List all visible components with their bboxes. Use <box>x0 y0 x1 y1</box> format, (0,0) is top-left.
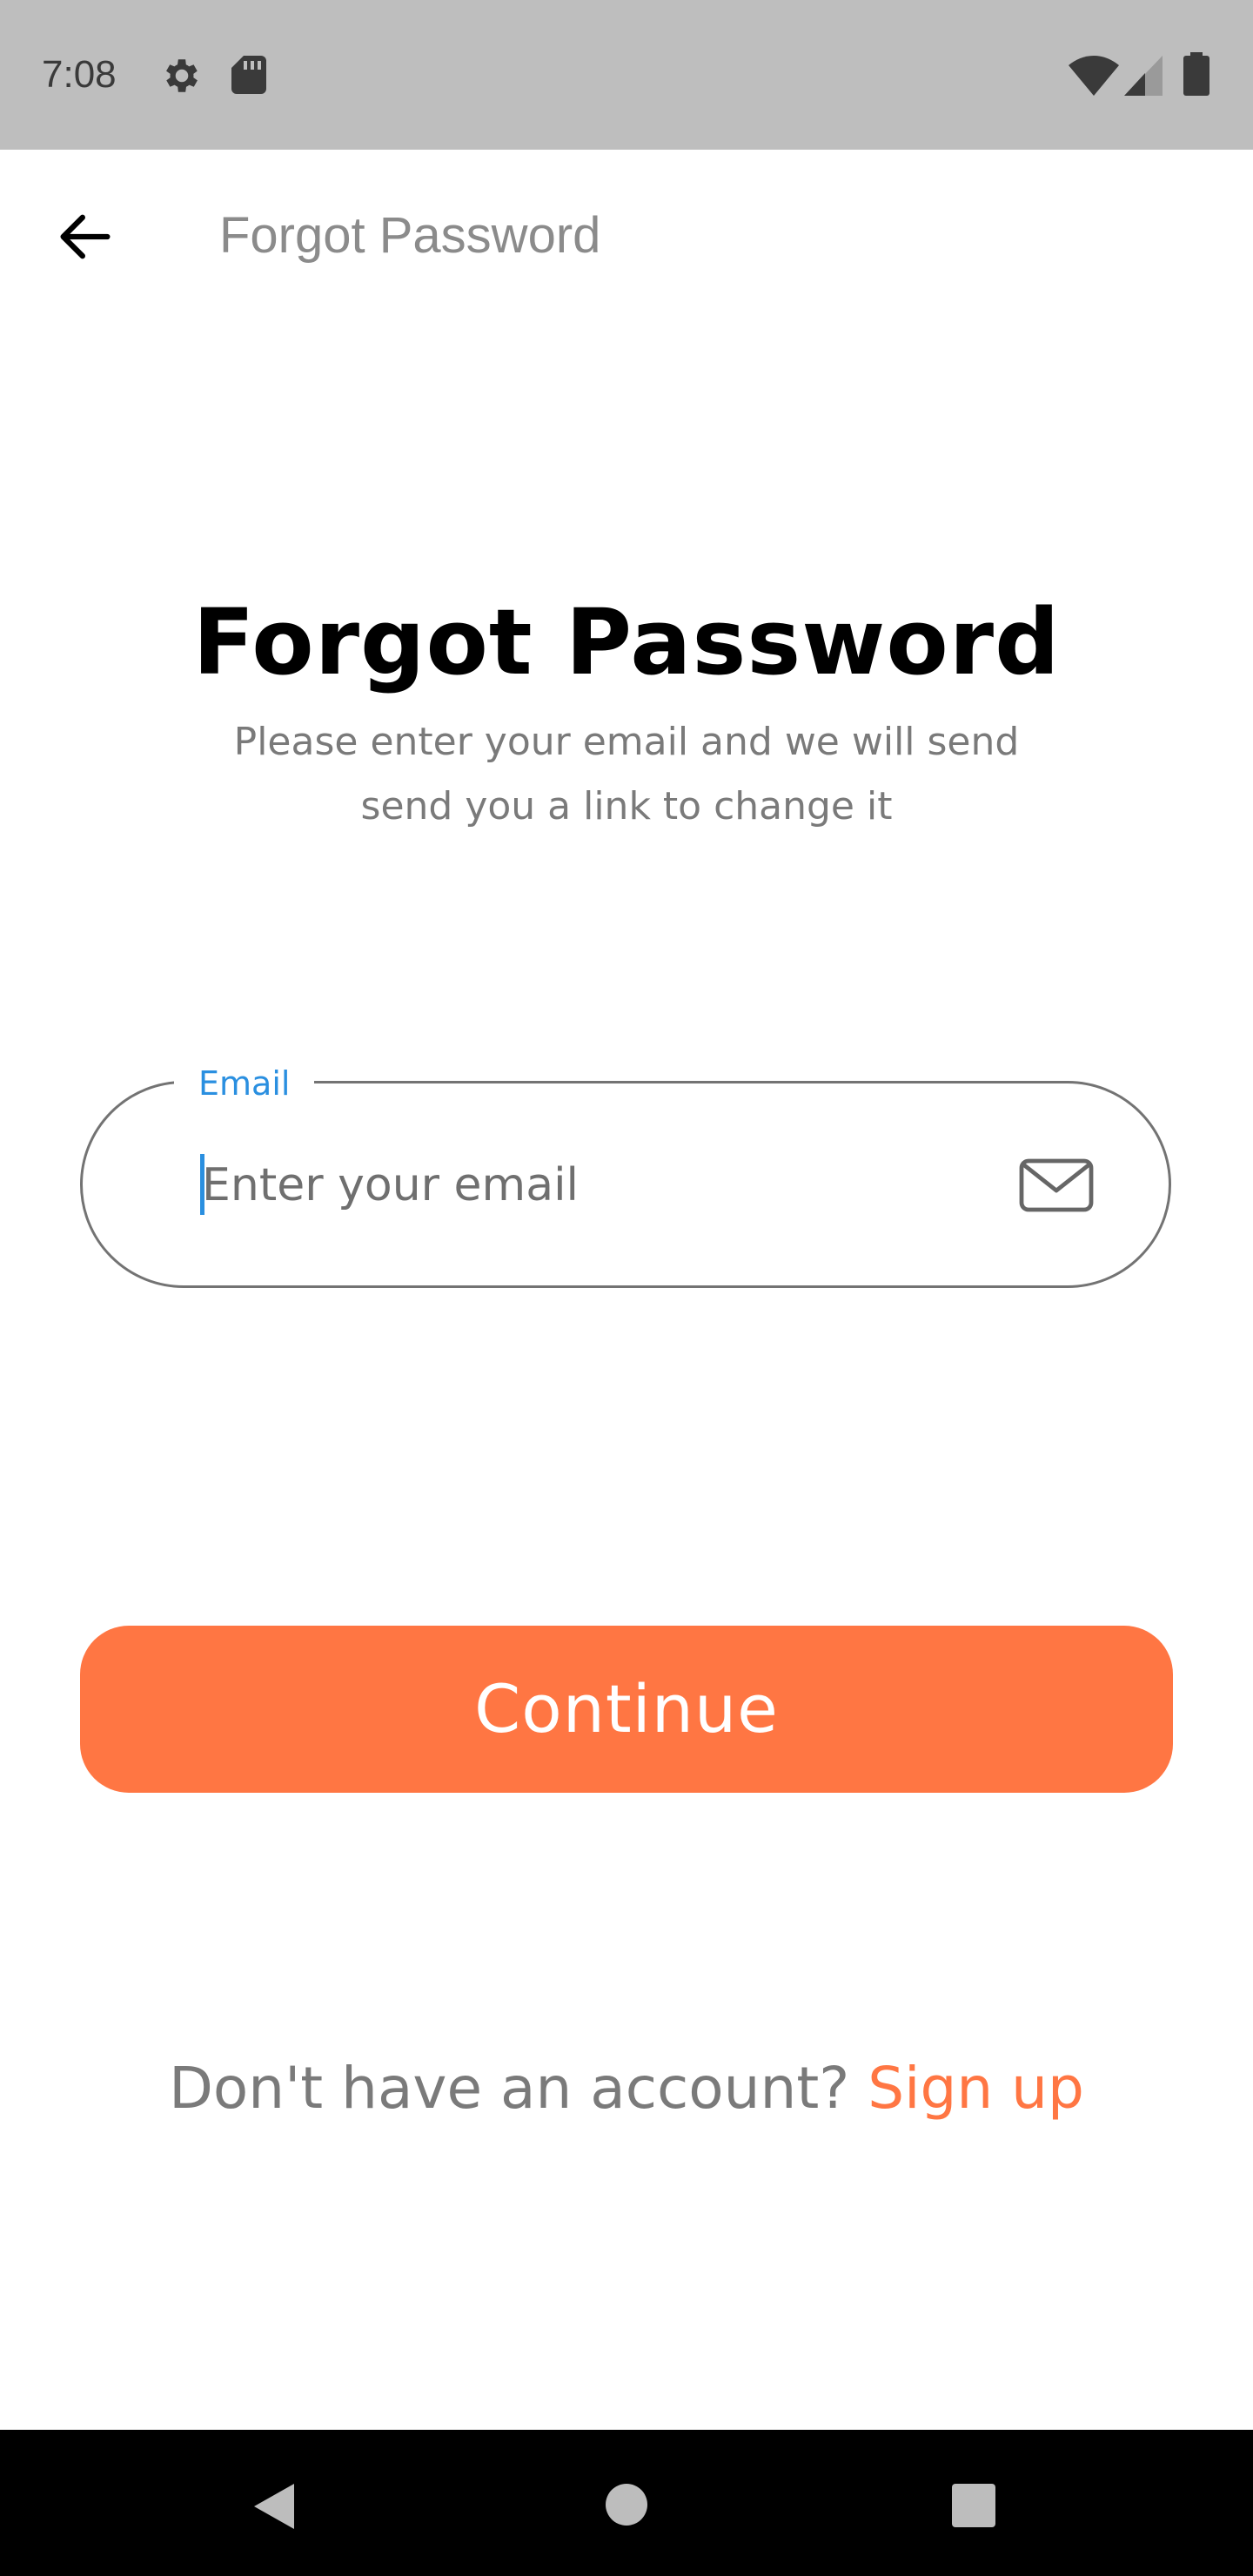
mail-icon <box>1019 1158 1094 1212</box>
nav-home-icon[interactable] <box>604 2482 649 2527</box>
status-time: 7:08 <box>42 53 117 96</box>
arrow-left-icon[interactable] <box>52 204 118 270</box>
battery-icon <box>1183 52 1209 96</box>
sd-card-icon <box>231 56 266 94</box>
page-subtitle: Please enter your email and we will send… <box>157 710 1096 839</box>
page-title: Forgot Password <box>192 589 1061 695</box>
signup-prompt-line: Don't have an account? Sign up <box>0 2047 1253 2130</box>
subtitle-line-2: send you a link to change it <box>360 784 893 828</box>
wifi-icon <box>1069 56 1119 96</box>
email-input[interactable] <box>202 1149 968 1222</box>
signup-link[interactable]: Sign up <box>868 2055 1084 2122</box>
signup-prompt: Don't have an account? <box>169 2055 868 2122</box>
app-bar-title: Forgot Password <box>219 207 601 264</box>
gear-icon <box>166 59 198 92</box>
subtitle-line-1: Please enter your email and we will send <box>233 720 1020 764</box>
continue-button[interactable]: Continue <box>80 1626 1173 1793</box>
nav-back-icon[interactable] <box>249 2480 298 2532</box>
email-field-label: Email <box>174 1062 315 1105</box>
signal-icon <box>1124 56 1163 96</box>
nav-recents-icon[interactable] <box>950 2482 997 2529</box>
text-cursor <box>200 1154 204 1215</box>
